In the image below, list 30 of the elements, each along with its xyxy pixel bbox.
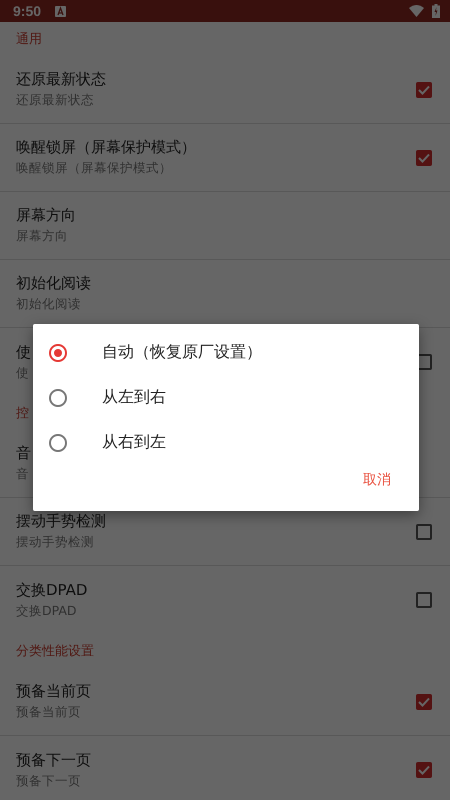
clock: 9:50 (13, 3, 42, 19)
radio-button[interactable] (49, 434, 67, 452)
setting-title: 交换DPAD (16, 580, 88, 600)
checkbox[interactable] (416, 592, 432, 608)
setting-title: 屏幕方向 (16, 206, 76, 225)
section-header: 通用 (16, 31, 42, 48)
cancel-button[interactable]: 取消 (361, 467, 393, 493)
setting-title: 预备当前页 (16, 682, 91, 701)
checkbox[interactable] (416, 150, 432, 166)
checkbox[interactable] (416, 82, 432, 98)
setting-title: 摆动手势检测 (16, 512, 106, 531)
checkbox[interactable] (416, 762, 432, 778)
setting-title: 唤醒锁屏（屏幕保护模式） (16, 138, 196, 157)
wifi-icon (409, 5, 424, 17)
radio-button[interactable] (49, 388, 67, 406)
option-label[interactable]: 从左到右 (102, 387, 166, 408)
setting-title: 使 (16, 342, 31, 362)
checkbox[interactable] (416, 694, 432, 710)
option-label[interactable]: 自动（恢复原厂设置） (102, 342, 262, 363)
setting-title: 初始化阅读 (16, 274, 91, 293)
option-label[interactable]: 从右到左 (102, 432, 166, 453)
section-header: 分类性能设置 (16, 643, 94, 660)
checkbox[interactable] (416, 524, 432, 540)
battery-icon (432, 4, 440, 18)
radio-button[interactable] (49, 344, 67, 362)
section-header: 控 (16, 405, 29, 422)
setting-title: 还原最新状态 (16, 70, 106, 89)
notification-icon (55, 6, 66, 16)
setting-title: 预备下一页 (16, 750, 91, 770)
setting-title: 音 (16, 444, 31, 463)
